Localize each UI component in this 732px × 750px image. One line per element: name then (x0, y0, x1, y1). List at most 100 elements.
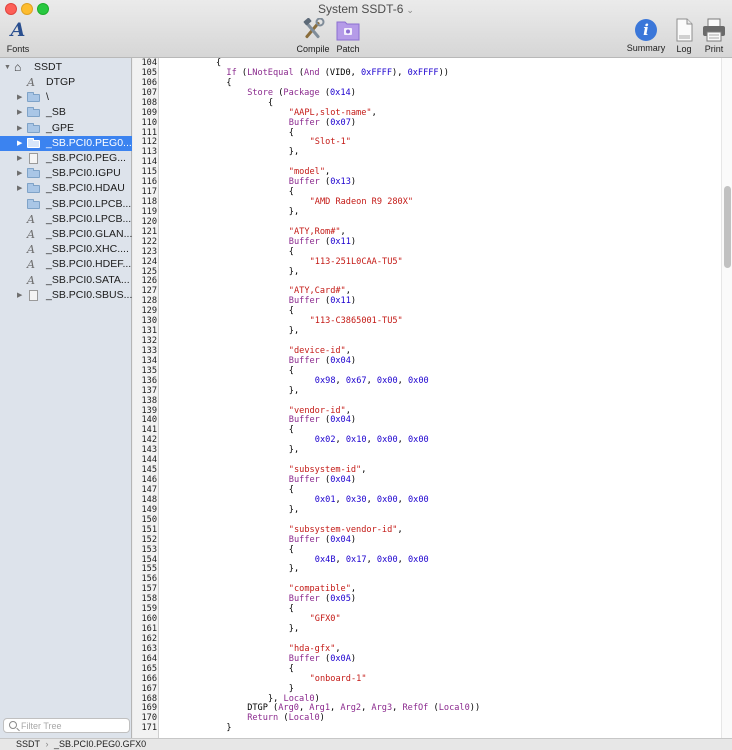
code-token: Local0 (283, 693, 315, 704)
tree-item[interactable]: ▶ _SB.PCI0.HDAU (0, 181, 132, 196)
code-token: { (268, 97, 274, 108)
fonts-button[interactable]: A Fonts (3, 18, 33, 54)
code-token: Buffer (288, 534, 320, 545)
tree-item[interactable]: ▶ _SB (0, 105, 132, 120)
code-token: ) (350, 475, 357, 486)
code-token: }, (288, 504, 300, 515)
code-token: Arg1 (309, 703, 330, 714)
code-token: ) (350, 594, 357, 605)
line-number: 109 (141, 107, 157, 118)
method-icon: A (27, 228, 35, 241)
code-token: Buffer (288, 117, 320, 128)
code-token: 0x67 (345, 375, 367, 386)
code-token: )) (469, 703, 481, 714)
line-number: 127 (141, 286, 157, 297)
code-line: }, (289, 326, 299, 336)
line-number: 129 (141, 306, 157, 317)
breadcrumb-root[interactable]: SSDT (16, 739, 40, 750)
disclosure-triangle-icon[interactable]: ▶ (17, 136, 22, 151)
code-token: 0x01 (314, 494, 336, 505)
code-token: 0x0A (330, 653, 351, 664)
tree-item[interactable]: A _SB.PCI0.XHC.... (0, 242, 132, 257)
code-token: 0x07 (330, 117, 351, 128)
disclosure-triangle-icon[interactable]: ▶ (17, 151, 22, 166)
code-token: LNotEqual (247, 67, 294, 78)
code-token: { (288, 425, 294, 436)
tree-item[interactable]: ▶ _SB.PCI0.IGPU (0, 166, 132, 181)
code-token: }, (288, 564, 300, 575)
code-line: }, (289, 267, 299, 277)
tree-root-ssdt[interactable]: ▼ ⌂ SSDT (0, 60, 132, 75)
code-line: }, Local0) (268, 694, 320, 704)
disclosure-triangle-icon[interactable]: ▶ (17, 181, 22, 196)
code-token: , (298, 703, 310, 714)
code-token: { (288, 484, 294, 495)
code-token: 0x00 (407, 375, 429, 386)
code-token: ( (319, 355, 331, 366)
window-title: System SSDT-6 ⌄ (0, 2, 732, 16)
line-number: 156 (141, 574, 157, 585)
tree-item[interactable]: ▶ \ (0, 90, 132, 105)
patch-label: Patch (336, 44, 360, 54)
tree-item[interactable]: ▶ _SB.PCI0.PEG... (0, 151, 132, 166)
tree-item[interactable]: ▶ _SB.PCI0.PEG0... (0, 135, 132, 151)
scrollbar-thumb[interactable] (724, 186, 731, 268)
print-button[interactable]: Print (700, 18, 728, 54)
tree-item[interactable]: _SB.PCI0.LPCB... (0, 197, 132, 212)
code-token: ( (273, 87, 284, 98)
tree-item-label: _SB.PCI0.SBUS... (46, 288, 132, 301)
line-number: 141 (141, 425, 157, 436)
code-token: "subsystem-vendor-id" (288, 524, 398, 535)
line-number: 168 (141, 693, 157, 704)
code-token: Return (247, 713, 279, 724)
disclosure-triangle-icon[interactable]: ▶ (17, 288, 22, 303)
chevron-down-icon[interactable]: ⌄ (406, 5, 414, 15)
code-token: "hda-gfx" (288, 643, 336, 654)
code-line: "hda-gfx", (289, 644, 341, 654)
tree-item[interactable]: A _SB.PCI0.GLAN... (0, 227, 132, 242)
code-token: ) (350, 236, 357, 247)
code-token: If (226, 67, 237, 78)
code-line: Buffer (0x11) (289, 296, 356, 306)
line-number: 146 (141, 475, 157, 486)
code-line: DTGP (Arg0, Arg1, Arg2, Arg3, RefOf (Loc… (247, 703, 480, 713)
summary-button[interactable]: i Summary (625, 18, 667, 53)
breadcrumb-current[interactable]: _SB.PCI0.PEG0.GFX0 (54, 739, 146, 750)
code-token: }, (288, 445, 300, 456)
code-line: Buffer (0x04) (289, 415, 356, 425)
disclosure-triangle-icon[interactable]: ▶ (17, 90, 22, 105)
tree-item[interactable]: ▶ _SB.PCI0.SBUS... (0, 288, 132, 303)
code-token: 0x00 (407, 494, 429, 505)
code-token: ( (319, 415, 331, 426)
tree-item[interactable]: A _SB.PCI0.HDEF... (0, 257, 132, 272)
code-line: }, (289, 147, 299, 157)
code-token: 0x05 (330, 594, 351, 605)
vertical-scrollbar[interactable] (721, 58, 732, 738)
line-number: 138 (141, 395, 157, 406)
code-token: "compatible" (288, 584, 351, 595)
disclosure-triangle-icon[interactable]: ▶ (17, 121, 22, 136)
code-editor[interactable]: 104 105 106 107 108 109 110 111 112 113 114 115 116 1… (133, 58, 732, 738)
disclosure-triangle-icon[interactable]: ▶ (17, 166, 22, 181)
tree-item[interactable]: A DTGP (0, 75, 132, 90)
code-token: { (226, 77, 232, 88)
code-token: } (226, 723, 232, 734)
summary-label: Summary (626, 43, 666, 53)
disclosure-triangle-icon[interactable]: ▶ (17, 105, 22, 120)
code-line: "subsystem-vendor-id", (289, 525, 403, 535)
code-token: , (330, 703, 341, 714)
tree-item[interactable]: A _SB.PCI0.LPCB... (0, 212, 132, 227)
tree-item[interactable]: ▶ _GPE (0, 121, 132, 136)
code-token: )) (438, 67, 449, 78)
line-number: 119 (141, 206, 157, 217)
compile-button[interactable]: Compile (295, 17, 331, 54)
code-token: (VID0, (319, 67, 361, 78)
tree-item[interactable]: A _SB.PCI0.SATA... (0, 273, 132, 288)
filter-tree-input[interactable] (21, 720, 126, 732)
filter-tree-field[interactable] (3, 718, 130, 733)
log-button[interactable]: Log (670, 18, 698, 54)
disclosure-open-icon[interactable]: ▼ (4, 60, 11, 75)
line-number: 139 (141, 405, 157, 416)
code-line: { (289, 664, 294, 674)
patch-button[interactable]: Patch (333, 18, 363, 54)
